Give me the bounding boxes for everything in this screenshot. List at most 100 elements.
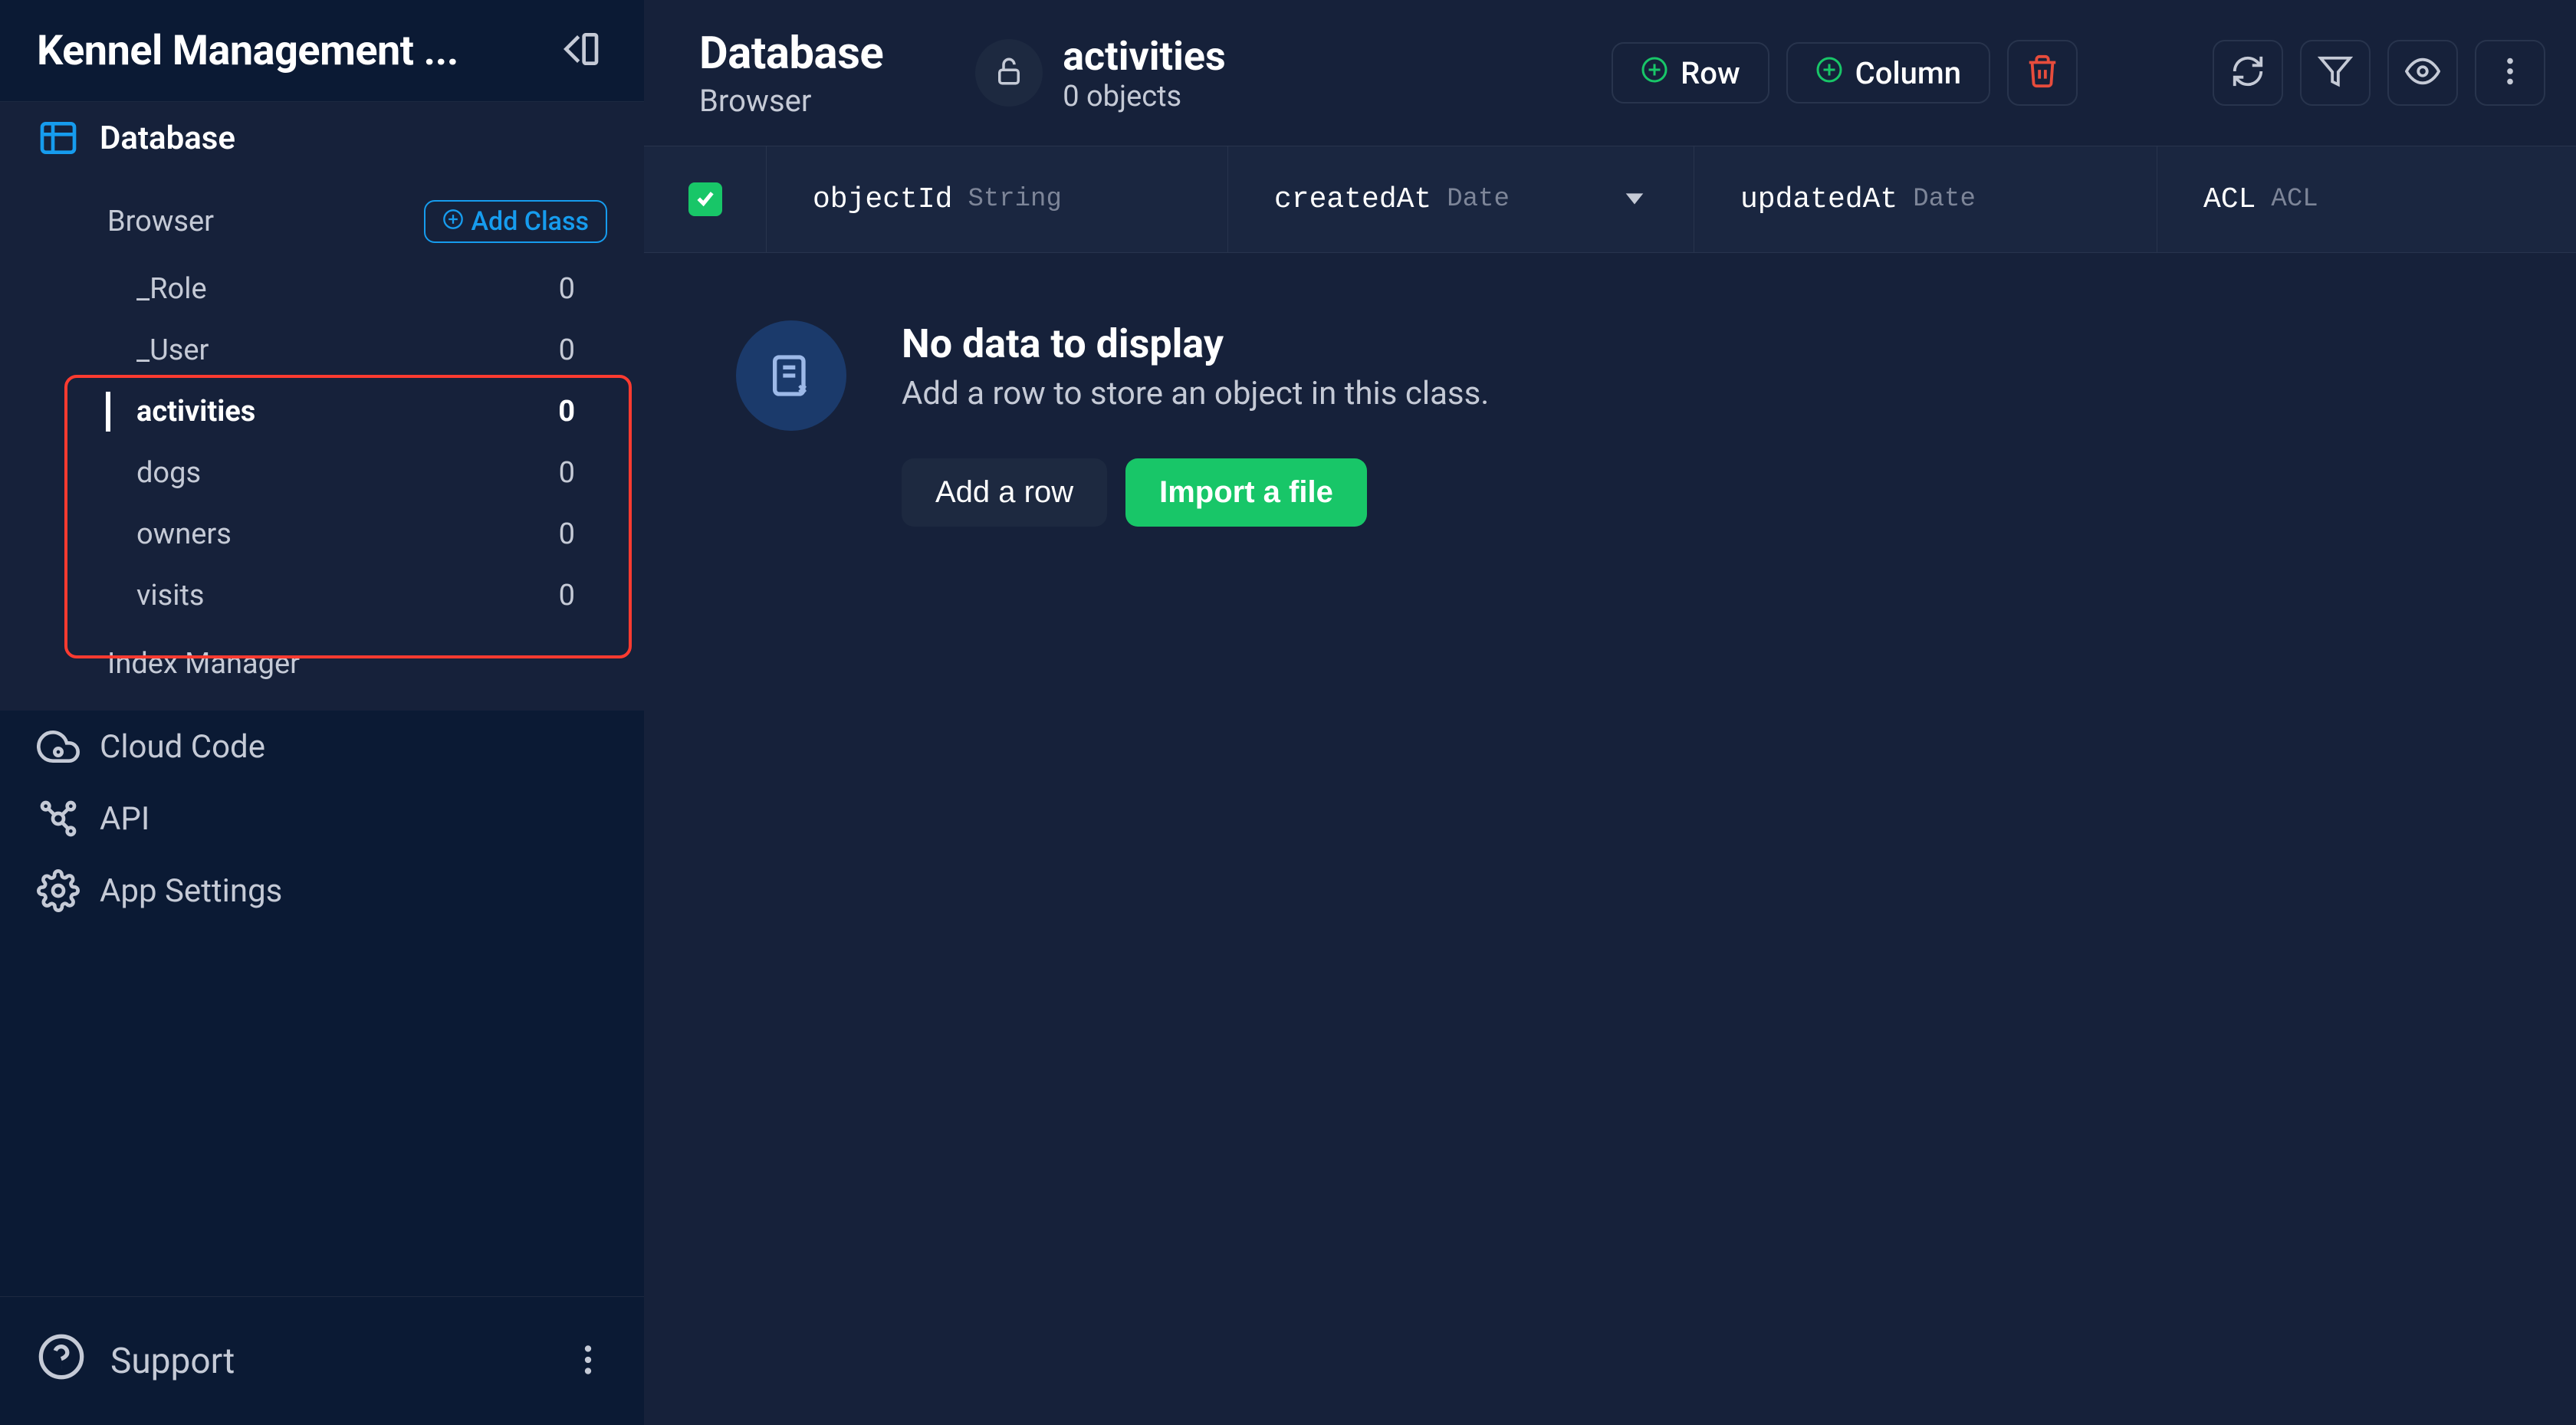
class-item-owners[interactable]: owners 0 xyxy=(0,504,644,565)
sidebar: Kennel Management ... Database Browser xyxy=(0,0,644,1425)
nav-app-settings[interactable]: App Settings xyxy=(0,855,644,927)
class-name-label: activities xyxy=(1063,33,1226,80)
support-link[interactable]: Support xyxy=(37,1332,569,1391)
breadcrumb: Database Browser xyxy=(699,28,883,119)
select-all-cell xyxy=(644,146,767,252)
index-manager-link[interactable]: Index Manager xyxy=(0,626,644,688)
class-item-activities[interactable]: activities 0 xyxy=(0,381,644,442)
index-manager-label: Index Manager xyxy=(107,647,300,681)
refresh-button[interactable] xyxy=(2213,40,2283,106)
column-header-updatedat[interactable]: updatedAt Date xyxy=(1694,146,2157,252)
network-icon xyxy=(37,797,80,840)
table-header: objectId String createdAt Date updatedAt… xyxy=(644,146,2576,253)
class-name: dogs xyxy=(136,456,201,490)
main-panel: Database Browser activities 0 objects xyxy=(644,0,2576,1425)
footer-menu-button[interactable] xyxy=(569,1341,607,1382)
column-type: String xyxy=(968,185,1061,214)
app-title: Kennel Management ... xyxy=(37,27,554,75)
class-count: 0 xyxy=(558,395,575,428)
add-class-label: Add Class xyxy=(472,206,590,237)
column-name: createdAt xyxy=(1274,183,1431,216)
class-count: 0 xyxy=(559,579,575,612)
column-name: ACL xyxy=(2203,183,2256,216)
empty-import-file-button[interactable]: Import a file xyxy=(1125,458,1367,527)
class-name: owners xyxy=(136,517,232,551)
class-count: 0 xyxy=(559,456,575,490)
class-item-role[interactable]: _Role 0 xyxy=(0,258,644,320)
class-name: visits xyxy=(136,579,205,612)
sidebar-header: Kennel Management ... xyxy=(0,0,644,102)
nav-cloud-code-label: Cloud Code xyxy=(100,728,265,766)
add-class-button[interactable]: Add Class xyxy=(424,200,608,243)
permissions-button[interactable] xyxy=(975,39,1043,107)
database-icon xyxy=(37,117,80,159)
column-name: objectId xyxy=(813,183,952,216)
class-item-user[interactable]: _User 0 xyxy=(0,320,644,381)
sort-desc-icon xyxy=(1622,185,1648,214)
empty-text: No data to display Add a row to store an… xyxy=(902,320,1489,527)
nav-app-settings-label: App Settings xyxy=(100,872,282,910)
class-name: activities xyxy=(136,395,255,428)
subnav: Browser Add Class _Role 0 _User 0 xyxy=(0,174,644,711)
check-icon xyxy=(694,186,717,212)
nav-database[interactable]: Database xyxy=(0,102,644,174)
column-header-createdat[interactable]: createdAt Date xyxy=(1228,146,1694,252)
nav-cloud-code[interactable]: Cloud Code xyxy=(0,711,644,783)
browser-label: Browser xyxy=(107,205,214,238)
column-type: ACL xyxy=(2271,185,2318,214)
column-type: Date xyxy=(1447,185,1510,214)
nav-api[interactable]: API xyxy=(0,783,644,855)
nav-api-label: API xyxy=(100,800,150,838)
visibility-button[interactable] xyxy=(2387,40,2458,106)
add-row-label: Row xyxy=(1681,55,1740,91)
empty-actions: Add a row Import a file xyxy=(902,458,1489,527)
more-menu-button[interactable] xyxy=(2475,40,2545,106)
nav-database-label: Database xyxy=(100,120,235,157)
empty-state-icon xyxy=(736,320,846,431)
empty-subtitle: Add a row to store an object in this cla… xyxy=(902,375,1489,412)
class-item-dogs[interactable]: dogs 0 xyxy=(0,442,644,504)
breadcrumb-sub: Browser xyxy=(699,83,883,119)
class-info: activities 0 objects xyxy=(975,33,1226,113)
refresh-icon xyxy=(2230,54,2266,92)
sidebar-collapse-button[interactable] xyxy=(554,24,607,77)
add-row-button[interactable]: Row xyxy=(1612,42,1769,103)
class-count: 0 xyxy=(559,272,575,306)
class-count: 0 xyxy=(559,517,575,551)
subnav-header: Browser Add Class xyxy=(0,192,644,258)
column-name: updatedAt xyxy=(1740,183,1898,216)
add-column-label: Column xyxy=(1855,55,1961,91)
add-column-button[interactable]: Column xyxy=(1786,42,1990,103)
sidebar-footer: Support xyxy=(0,1296,644,1425)
column-header-acl[interactable]: ACL ACL xyxy=(2157,146,2576,252)
class-name: _Role xyxy=(136,272,207,306)
class-count-label: 0 objects xyxy=(1063,80,1226,113)
more-vertical-icon xyxy=(2492,54,2528,92)
unlock-icon xyxy=(993,55,1025,90)
column-type: Date xyxy=(1913,185,1976,214)
breadcrumb-title: Database xyxy=(699,28,883,80)
topbar-actions: Row Column xyxy=(1612,40,2545,106)
plus-circle-icon xyxy=(1815,55,1843,91)
plus-circle-icon xyxy=(442,206,464,237)
class-item-visits[interactable]: visits 0 xyxy=(0,565,644,626)
filter-button[interactable] xyxy=(2300,40,2371,106)
class-count: 0 xyxy=(559,333,575,367)
help-circle-icon xyxy=(37,1332,86,1391)
gear-icon xyxy=(37,869,80,912)
delete-button[interactable] xyxy=(2007,40,2078,106)
trash-icon xyxy=(2025,54,2060,92)
empty-state: No data to display Add a row to store an… xyxy=(644,253,2576,594)
plus-circle-icon xyxy=(1641,55,1668,91)
collapse-icon xyxy=(559,28,602,74)
select-all-checkbox[interactable] xyxy=(688,182,722,216)
filter-icon xyxy=(2318,54,2353,92)
class-list: _Role 0 _User 0 activities 0 dogs 0 owne… xyxy=(0,258,644,626)
topbar: Database Browser activities 0 objects xyxy=(644,0,2576,146)
support-label: Support xyxy=(110,1341,235,1382)
column-header-objectid[interactable]: objectId String xyxy=(767,146,1228,252)
empty-add-row-button[interactable]: Add a row xyxy=(902,458,1107,527)
cloud-icon xyxy=(37,725,80,768)
class-stack: activities 0 objects xyxy=(1063,33,1226,113)
empty-title: No data to display xyxy=(902,320,1489,367)
